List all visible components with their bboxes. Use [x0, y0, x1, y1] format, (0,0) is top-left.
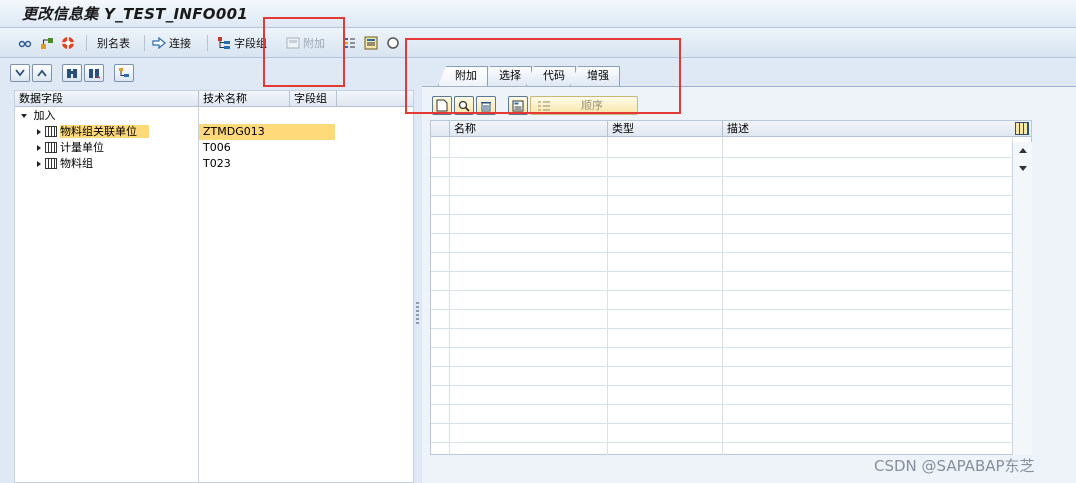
- grid-column-line: [722, 137, 723, 455]
- grid-row-line: [431, 385, 1031, 386]
- table-icon: [45, 126, 57, 137]
- collapse-arrow-icon[interactable]: [21, 114, 27, 118]
- alias-table-label: 别名表: [97, 37, 130, 50]
- grid-row-line: [431, 442, 1031, 443]
- column-header-tech-name[interactable]: 技术名称: [199, 91, 290, 107]
- toolbar-separator: [144, 35, 145, 51]
- toolbar-separator: [207, 35, 208, 51]
- screen-icon[interactable]: [364, 34, 381, 52]
- data-fields-tree: 数据字段 技术名称 字段组 加入 物料组关联单位 ZTMDG013 计量单位 T…: [14, 90, 414, 483]
- tree-node-item[interactable]: 物料组关联单位: [37, 124, 193, 140]
- grid-row-line: [431, 176, 1031, 177]
- layout-settings-icon[interactable]: [1015, 122, 1029, 135]
- grid-row-line: [431, 252, 1031, 253]
- tree-node-tech-name: T023: [203, 157, 231, 170]
- expand-all-button[interactable]: [10, 64, 30, 82]
- panel-splitter[interactable]: [414, 58, 422, 483]
- grid-row-line: [431, 347, 1031, 348]
- hierarchy-icon[interactable]: [40, 34, 57, 52]
- circle-icon[interactable]: [386, 34, 403, 52]
- scroll-up-icon[interactable]: [1019, 148, 1027, 153]
- splitter-grip[interactable]: [416, 302, 419, 324]
- column-header-name[interactable]: 名称: [449, 121, 609, 137]
- expand-icon: [15, 69, 25, 77]
- title-bar: 更改信息集 Y_TEST_INFO001: [0, 0, 1076, 28]
- tree-node-join[interactable]: 加入: [21, 108, 56, 124]
- grid-vertical-scrollbar[interactable]: [1012, 142, 1032, 455]
- find-next-button[interactable]: [84, 64, 104, 82]
- glasses-icon[interactable]: [18, 34, 35, 52]
- grid-row-line: [431, 157, 1031, 158]
- grid-row-line: [431, 404, 1031, 405]
- expand-arrow-icon[interactable]: [37, 161, 41, 167]
- grid-row-line: [431, 214, 1031, 215]
- watermark: CSDN @SAPABAP东芝: [874, 457, 1035, 475]
- column-header-field-group[interactable]: 字段组: [290, 91, 337, 107]
- collapse-icon: [37, 69, 47, 77]
- grid-row-line: [431, 290, 1031, 291]
- alias-table-button[interactable]: 别名表: [97, 34, 130, 52]
- grid-column-line: [607, 137, 608, 455]
- expand-arrow-icon[interactable]: [37, 145, 41, 151]
- grid-row-line: [431, 423, 1031, 424]
- window-title: 更改信息集 Y_TEST_INFO001: [22, 5, 249, 23]
- grid-row-line: [431, 233, 1031, 234]
- tree-node-tech-name: T006: [203, 141, 231, 154]
- binoculars-next-icon: [89, 69, 100, 79]
- field-group-button[interactable]: 字段组: [217, 34, 267, 52]
- grid-column-line: [449, 137, 450, 455]
- arrow-right-icon: [152, 36, 166, 50]
- scroll-down-icon[interactable]: [1019, 166, 1027, 171]
- tab-extra[interactable]: 附加: [438, 66, 488, 86]
- column-header-data-field[interactable]: 数据字段: [15, 91, 199, 107]
- grid-row-line: [431, 309, 1031, 310]
- tree-node-label: 物料组关联单位: [60, 125, 149, 138]
- binoculars-icon: [67, 69, 77, 78]
- table-icon: [45, 158, 57, 169]
- toolbar-separator: [86, 35, 87, 51]
- grid-row-line: [431, 271, 1031, 272]
- expand-arrow-icon[interactable]: [37, 129, 41, 135]
- tree-toolbar: [10, 64, 134, 84]
- grid-row-line: [431, 195, 1031, 196]
- collapse-all-button[interactable]: [32, 64, 52, 82]
- tree-node-item[interactable]: 物料组: [37, 156, 93, 172]
- lifebuoy-icon[interactable]: [61, 34, 78, 52]
- grid-row-line: [431, 366, 1031, 367]
- tree-icon: [218, 37, 230, 49]
- tree-node-label: 计量单位: [60, 141, 104, 154]
- find-button[interactable]: [62, 64, 82, 82]
- annotation-box-extra-button: [263, 17, 345, 87]
- hierarchy-button[interactable]: [114, 64, 134, 82]
- join-label: 连接: [169, 37, 191, 50]
- grid-header: 名称 类型 描述: [431, 121, 1031, 137]
- detail-panel: 附加 选择 代码 增强 顺序 名称 类型 描述: [422, 58, 1076, 483]
- column-header-description[interactable]: 描述: [722, 121, 1012, 137]
- tree-node-label: 加入: [33, 109, 56, 122]
- tree-node-label: 物料组: [60, 157, 93, 170]
- grid-row-line: [431, 328, 1031, 329]
- column-header-type[interactable]: 类型: [607, 121, 723, 137]
- extra-fields-grid: 名称 类型 描述: [430, 120, 1032, 455]
- tree-node-tech-name: ZTMDG013: [199, 124, 335, 140]
- hierarchy-icon: [119, 68, 129, 77]
- tree-node-item[interactable]: 计量单位: [37, 140, 104, 156]
- list-icon[interactable]: [343, 34, 360, 52]
- join-button[interactable]: 连接: [152, 34, 191, 52]
- tree-header: 数据字段 技术名称 字段组: [15, 91, 413, 107]
- data-fields-panel: 数据字段 技术名称 字段组 加入 物料组关联单位 ZTMDG013 计量单位 T…: [10, 58, 414, 483]
- table-icon: [45, 142, 57, 153]
